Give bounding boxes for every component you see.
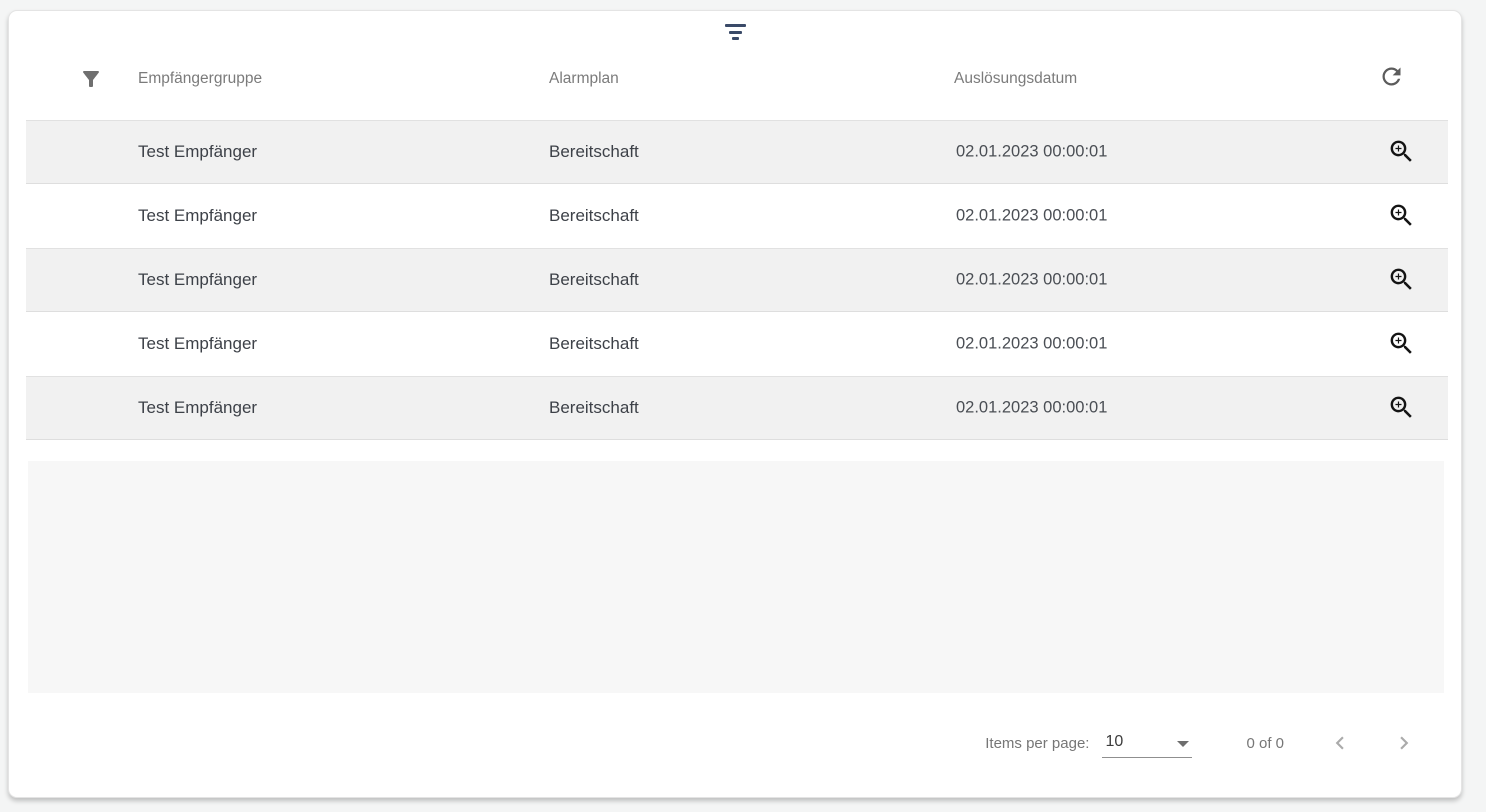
chevron-left-icon-svg: [1327, 730, 1353, 756]
filter-list-icon[interactable]: [723, 24, 747, 40]
zoom-in-icon-svg: [1387, 137, 1416, 166]
filter-bar: [732, 37, 739, 40]
cell-ausloesungsdatum: 02.01.2023 00:00:01: [956, 335, 1107, 354]
cell-empfaengergruppe: Test Empfänger: [138, 398, 257, 418]
page-size-value: 10: [1105, 733, 1123, 751]
table-row[interactable]: Test Empfänger Bereitschaft 02.01.2023 0…: [26, 376, 1448, 440]
zoom-in-icon-svg: [1387, 265, 1416, 294]
cell-empfaengergruppe: Test Empfänger: [138, 206, 257, 226]
table-body: Test Empfänger Bereitschaft 02.01.2023 0…: [26, 120, 1448, 440]
cell-empfaengergruppe: Test Empfänger: [138, 270, 257, 290]
table-row[interactable]: Test Empfänger Bereitschaft 02.01.2023 0…: [26, 248, 1448, 312]
chevron-down-icon: [1177, 741, 1189, 747]
column-header-empfaengergruppe: Empfängergruppe: [138, 70, 262, 88]
zoom-in-icon-svg: [1387, 329, 1416, 358]
funnel-icon[interactable]: [79, 67, 103, 91]
table-row[interactable]: Test Empfänger Bereitschaft 02.01.2023 0…: [26, 120, 1448, 184]
chevron-left-icon[interactable]: [1320, 723, 1360, 763]
page-size-select[interactable]: 10: [1102, 728, 1192, 758]
zoom-in-icon[interactable]: [1386, 265, 1416, 295]
column-header-ausloesungsdatum: Auslösungsdatum: [954, 70, 1077, 88]
table-row[interactable]: Test Empfänger Bereitschaft 02.01.2023 0…: [26, 312, 1448, 376]
cell-alarmplan: Bereitschaft: [549, 142, 639, 162]
zoom-in-icon[interactable]: [1386, 137, 1416, 167]
cell-empfaengergruppe: Test Empfänger: [138, 142, 257, 162]
chevron-right-icon[interactable]: [1384, 723, 1424, 763]
zoom-in-icon[interactable]: [1386, 329, 1416, 359]
filter-bar: [725, 24, 746, 27]
cell-alarmplan: Bereitschaft: [549, 398, 639, 418]
cell-ausloesungsdatum: 02.01.2023 00:00:01: [956, 399, 1107, 418]
cell-alarmplan: Bereitschaft: [549, 270, 639, 290]
zoom-in-icon-svg: [1387, 201, 1416, 230]
items-per-page-label: Items per page:: [985, 735, 1089, 752]
paginator: Items per page: 10 0 of 0: [985, 713, 1424, 773]
empty-placeholder: [28, 461, 1444, 693]
refresh-icon[interactable]: [1377, 63, 1405, 91]
cell-alarmplan: Bereitschaft: [549, 206, 639, 226]
filter-bar: [729, 31, 742, 34]
table-row[interactable]: Test Empfänger Bereitschaft 02.01.2023 0…: [26, 184, 1448, 248]
alarm-log-card: Empfängergruppe Alarmplan Auslösungsdatu…: [8, 10, 1462, 798]
funnel-icon-svg: [79, 67, 103, 91]
cell-empfaengergruppe: Test Empfänger: [138, 334, 257, 354]
column-header-alarmplan: Alarmplan: [549, 70, 619, 88]
page-range-label: 0 of 0: [1246, 735, 1284, 752]
chevron-right-icon-svg: [1391, 730, 1417, 756]
zoom-in-icon[interactable]: [1386, 201, 1416, 231]
cell-alarmplan: Bereitschaft: [549, 334, 639, 354]
cell-ausloesungsdatum: 02.01.2023 00:00:01: [956, 271, 1107, 290]
refresh-icon-svg: [1378, 63, 1405, 90]
cell-ausloesungsdatum: 02.01.2023 00:00:01: [956, 207, 1107, 226]
zoom-in-icon[interactable]: [1386, 393, 1416, 423]
zoom-in-icon-svg: [1387, 393, 1416, 422]
cell-ausloesungsdatum: 02.01.2023 00:00:01: [956, 143, 1107, 162]
